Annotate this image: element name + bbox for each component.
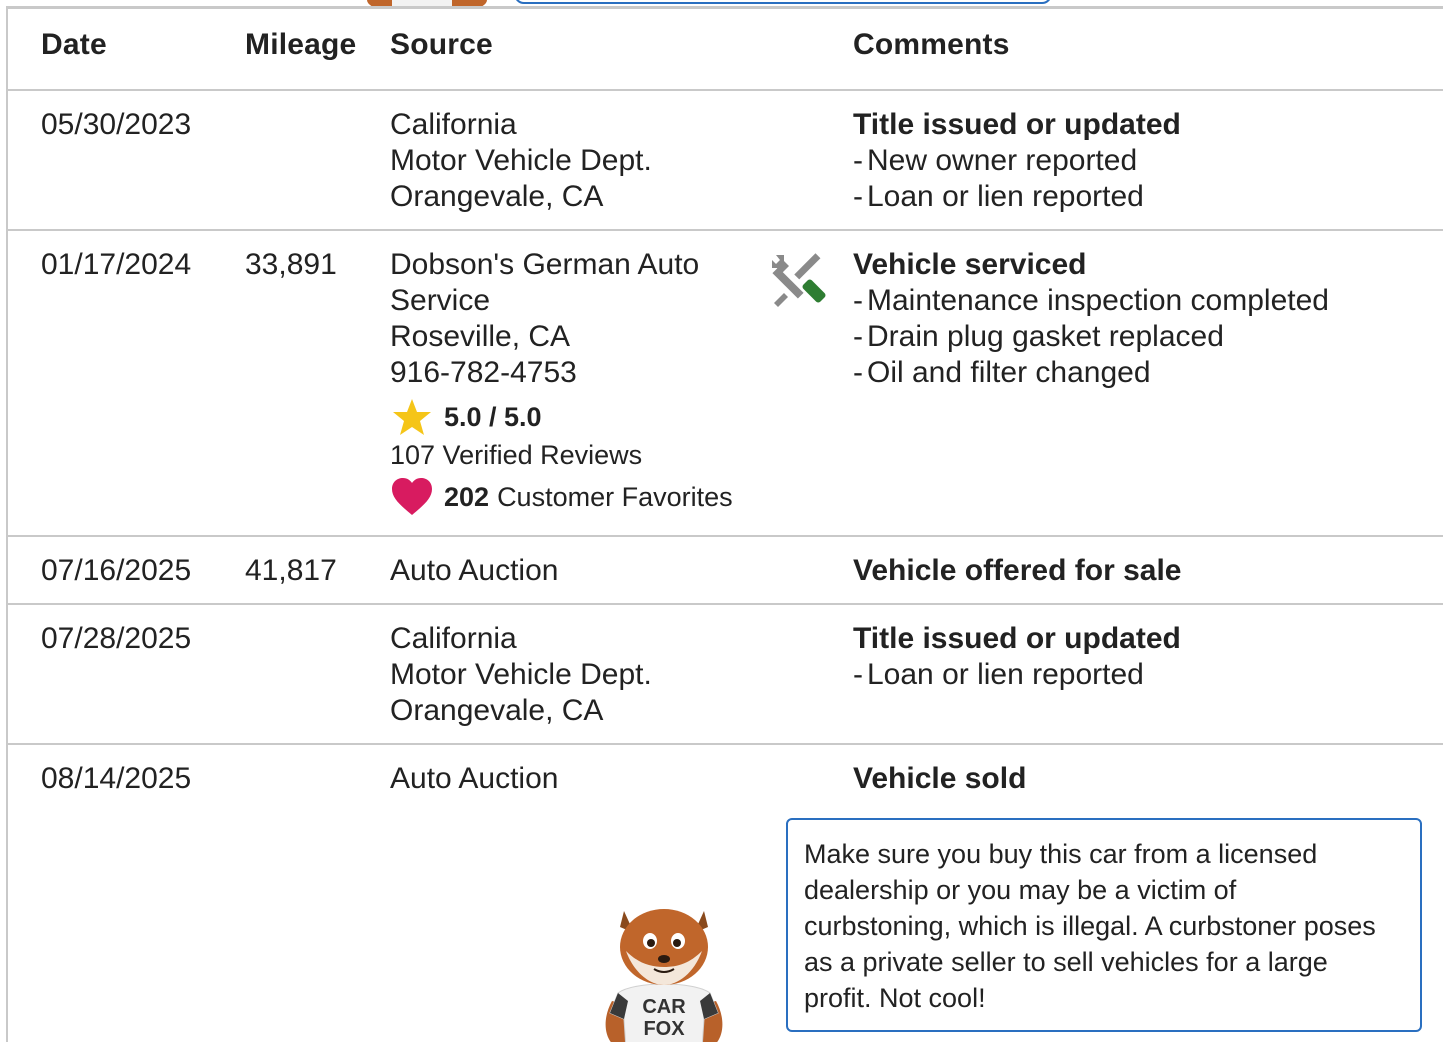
source-line: California xyxy=(390,622,517,655)
record-date: 08/14/2025 xyxy=(41,762,192,795)
record-mileage: 33,891 xyxy=(245,248,337,281)
customer-favorites: 202 Customer Favorites xyxy=(390,475,770,519)
top-callout-crop xyxy=(514,0,1052,4)
curbstoning-warning-callout: Make sure you buy this car from a licens… xyxy=(786,818,1422,1032)
callout-line: profit. Not cool! xyxy=(804,983,986,1013)
source-line: Auto Auction xyxy=(390,762,559,795)
shirt-text-car: CAR xyxy=(642,996,686,1018)
record-date: 05/30/2023 xyxy=(41,108,192,141)
record-comments: Vehicle serviced - Maintenance inspection… xyxy=(853,247,1443,391)
table-row: 05/30/2023 California Motor Vehicle Dept… xyxy=(8,91,1443,231)
comment-item: - Maintenance inspection completed xyxy=(853,284,1329,317)
comment-item: - Drain plug gasket replaced xyxy=(853,320,1224,353)
comment-item: - Loan or lien reported xyxy=(853,658,1144,691)
record-date: 01/17/2024 xyxy=(41,248,192,281)
source-line: Dobson's German Auto xyxy=(390,248,700,281)
heart-icon xyxy=(390,477,434,517)
comment-title: Vehicle offered for sale xyxy=(853,554,1182,587)
table-row: 01/17/2024 33,891 Dobson's German Auto S… xyxy=(8,231,1443,537)
comment-item: - Oil and filter changed xyxy=(853,356,1151,389)
shop-rating: 5.0 / 5.0 xyxy=(390,397,770,437)
record-comments: Title issued or updated - Loan or lien re… xyxy=(853,621,1443,693)
source-line: Orangevale, CA xyxy=(390,180,604,213)
comment-item: - Loan or lien reported xyxy=(853,180,1144,213)
source-line: California xyxy=(390,108,517,141)
table-header: Date Mileage Source Comments xyxy=(8,9,1443,91)
record-comments: Title issued or updated - New owner repor… xyxy=(853,107,1443,215)
record-source: Auto Auction xyxy=(390,761,770,797)
callout-line: dealership or you may be a victim of xyxy=(804,875,1237,905)
favorites-count: 202 xyxy=(444,482,490,512)
record-source: California Motor Vehicle Dept. Orangeval… xyxy=(390,621,770,729)
source-line: Roseville, CA xyxy=(390,320,571,353)
star-icon xyxy=(390,397,434,437)
comment-title: Vehicle serviced xyxy=(853,248,1087,281)
shirt-text-fox: FOX xyxy=(643,1018,685,1040)
comment-title: Title issued or updated xyxy=(853,108,1181,141)
record-source: California Motor Vehicle Dept. Orangeval… xyxy=(390,107,770,215)
service-tools-icon xyxy=(770,251,830,311)
comment-title: Title issued or updated xyxy=(853,622,1181,655)
header-comments: Comments xyxy=(853,28,1010,61)
record-date: 07/28/2025 xyxy=(41,622,192,655)
source-phone[interactable]: 916-782-4753 xyxy=(390,355,770,391)
callout-line: curbstoning, which is illegal. A curbsto… xyxy=(804,911,1376,941)
record-source: Auto Auction xyxy=(390,553,770,589)
header-source: Source xyxy=(390,28,493,61)
source-line: Motor Vehicle Dept. xyxy=(390,658,652,691)
source-line: Auto Auction xyxy=(390,554,559,587)
comment-item: - New owner reported xyxy=(853,144,1138,177)
history-table: Date Mileage Source Comments 05/30/2023 … xyxy=(6,6,1443,1042)
header-mileage: Mileage xyxy=(245,28,357,61)
source-line: Service xyxy=(390,284,491,317)
record-comments: Vehicle sold xyxy=(853,761,1443,797)
header-date: Date xyxy=(41,28,107,61)
callout-line: as a private seller to sell vehicles for… xyxy=(804,947,1328,977)
rating-value: 5.0 / 5.0 xyxy=(444,402,542,432)
record-date: 07/16/2025 xyxy=(41,554,192,587)
record-mileage: 41,817 xyxy=(245,554,337,587)
table-row: 07/28/2025 California Motor Vehicle Dept… xyxy=(8,605,1443,745)
callout-line: Make sure you buy this car from a licens… xyxy=(804,839,1318,869)
record-source: Dobson's German Auto Service Roseville, … xyxy=(390,247,770,519)
verified-reviews-link[interactable]: 107 Verified Reviews xyxy=(390,437,770,473)
table-row: 07/16/2025 41,817 Auto Auction Vehicle o… xyxy=(8,537,1443,605)
carfox-mascot: CAR FOX xyxy=(594,889,734,1042)
comment-title: Vehicle sold xyxy=(853,762,1027,795)
favorites-label: Customer Favorites xyxy=(497,482,733,512)
record-comments: Vehicle offered for sale xyxy=(853,553,1443,589)
vehicle-history-page: Date Mileage Source Comments 05/30/2023 … xyxy=(0,0,1443,1042)
table-row: 08/14/2025 Auto Auction Vehicle sold CAR xyxy=(8,745,1443,1042)
source-line: Motor Vehicle Dept. xyxy=(390,144,652,177)
source-line: Orangevale, CA xyxy=(390,694,604,727)
